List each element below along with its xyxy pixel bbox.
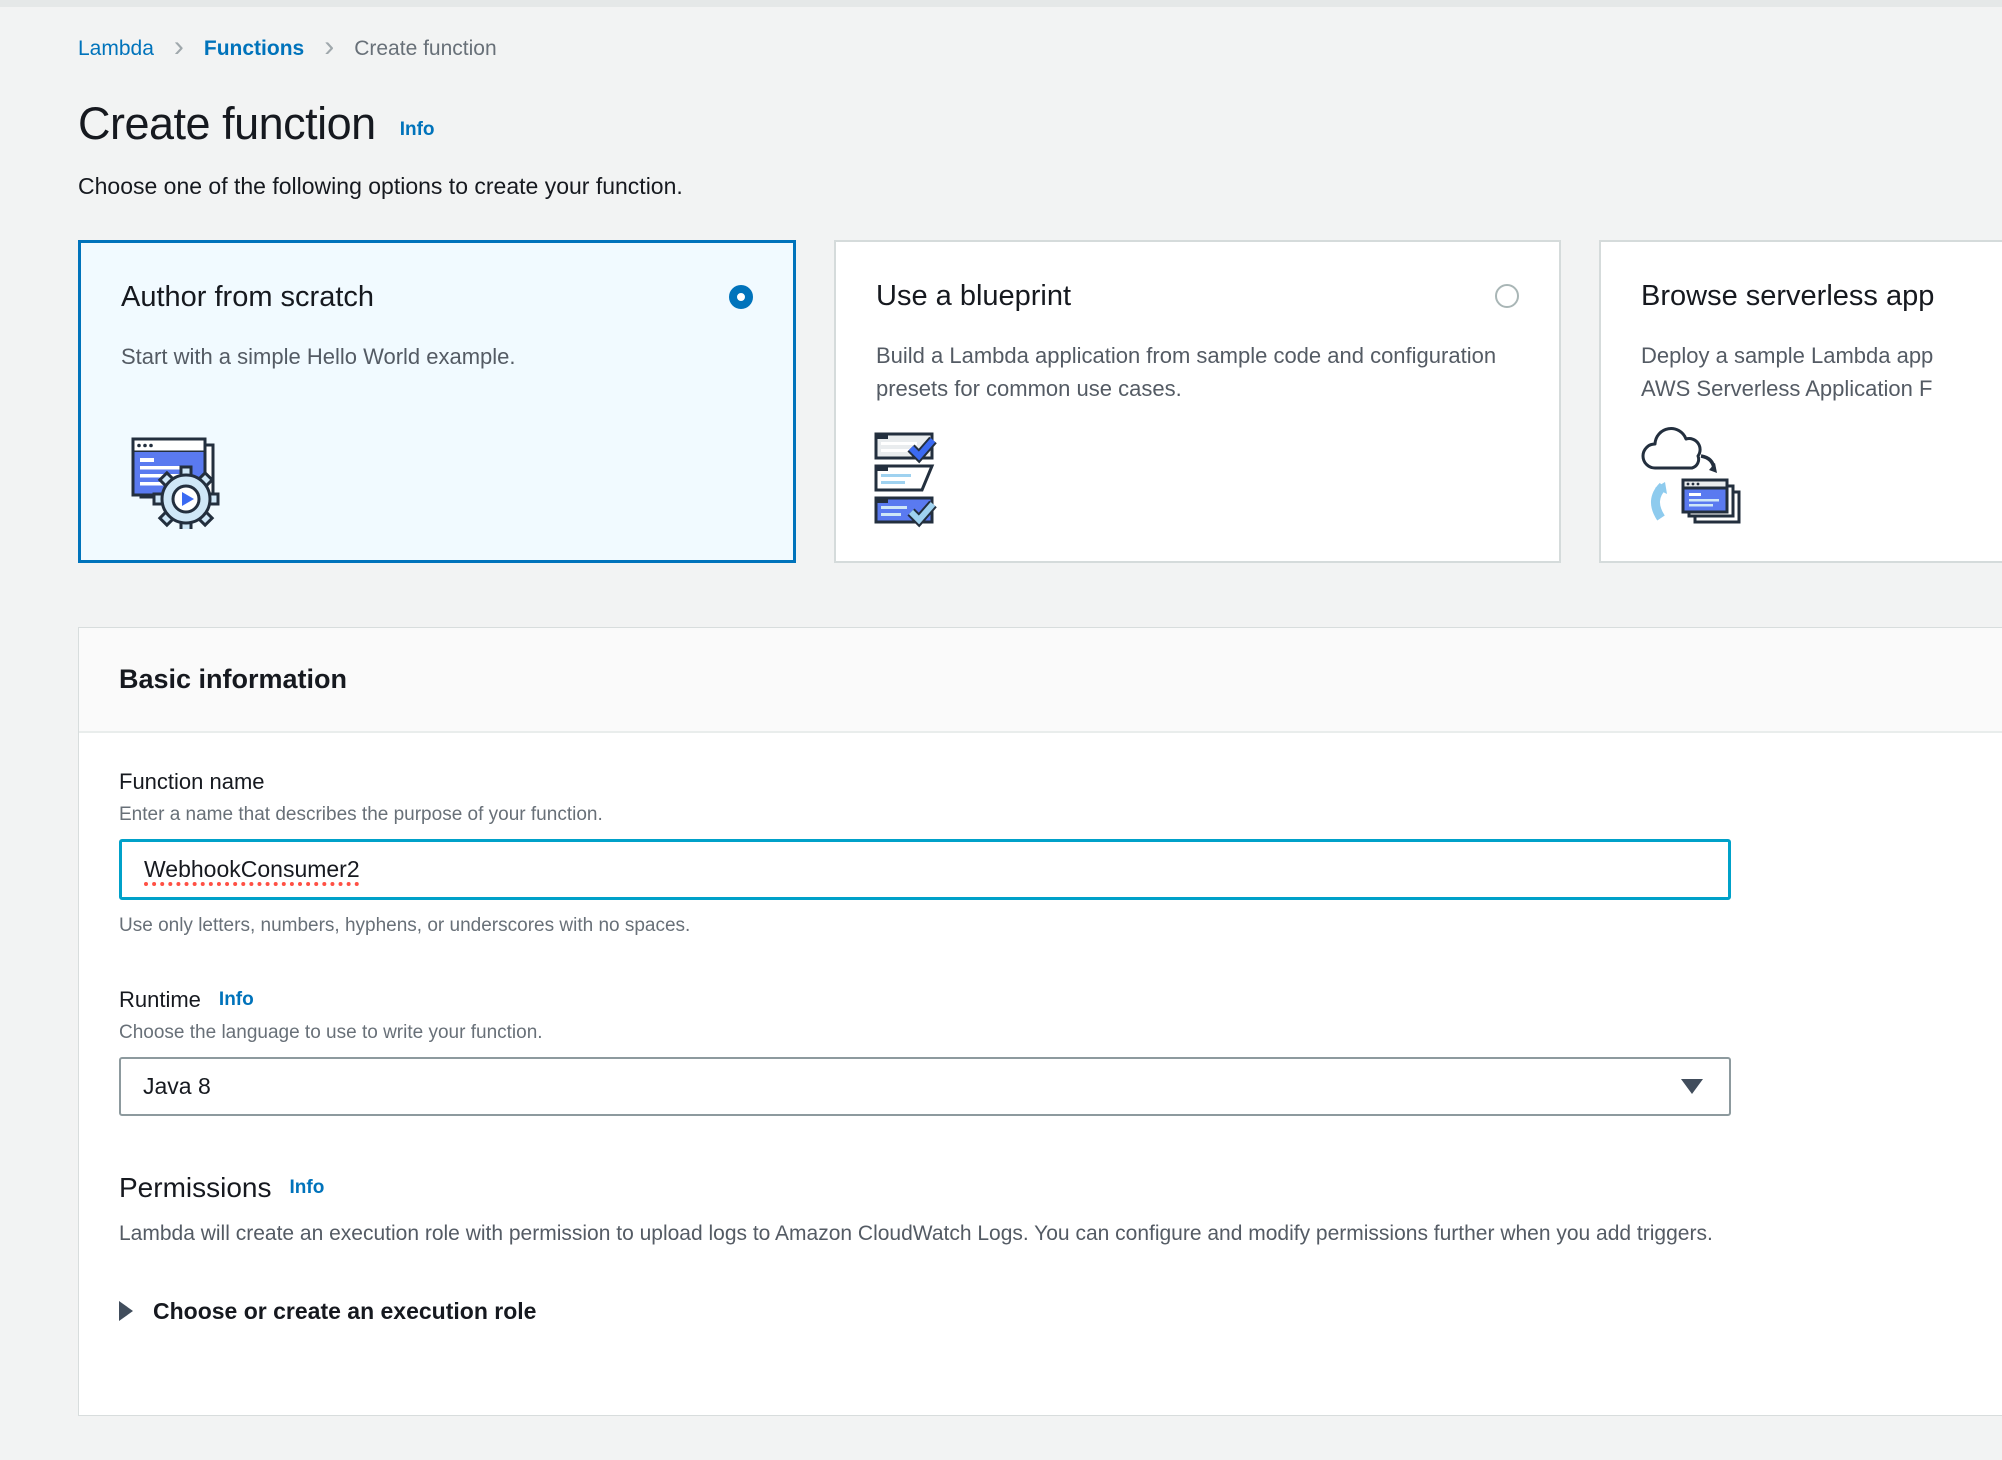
expander-triangle-icon	[119, 1301, 133, 1321]
page-title-info-link[interactable]: Info	[400, 119, 435, 149]
execution-role-expander-label: Choose or create an execution role	[153, 1298, 536, 1325]
function-name-value: WebhookConsumer2	[144, 856, 360, 883]
serverless-app-repository-icon	[1639, 426, 1743, 535]
runtime-info-link[interactable]: Info	[219, 989, 254, 1011]
page-subtitle: Choose one of the following options to c…	[78, 173, 2002, 200]
radio-selected-icon[interactable]	[729, 285, 753, 309]
function-name-help: Enter a name that describes the purpose …	[119, 804, 2002, 826]
chevron-right-icon: ›	[324, 37, 334, 57]
card-description-line1: Deploy a sample Lambda app	[1641, 339, 2002, 372]
dropdown-arrow-icon	[1681, 1079, 1703, 1094]
permissions-title: Permissions	[119, 1172, 271, 1204]
runtime-label: Runtime	[119, 987, 201, 1013]
breadcrumb: Lambda › Functions › Create function	[78, 37, 2002, 61]
card-title: Browse serverless app	[1641, 280, 1934, 313]
chevron-right-icon: ›	[174, 37, 184, 57]
card-description: Start with a simple Hello World example.	[121, 340, 753, 373]
creation-option-cards: Author from scratch Start with a simple …	[78, 240, 2002, 563]
console-top-strip	[0, 0, 2002, 7]
function-name-label: Function name	[119, 769, 2002, 795]
card-browse-serverless-app-repository[interactable]: Browse serverless app Deploy a sample La…	[1599, 240, 2002, 563]
breadcrumb-functions-link[interactable]: Functions	[204, 37, 304, 61]
function-name-field: Function name Enter a name that describe…	[119, 769, 2002, 937]
runtime-help: Choose the language to use to write your…	[119, 1022, 2002, 1044]
radio-unselected-icon[interactable]	[1495, 284, 1519, 308]
author-from-scratch-icon	[119, 433, 227, 534]
create-function-page: Lambda › Functions › Create function Cre…	[0, 37, 2002, 1416]
breadcrumb-lambda-link[interactable]: Lambda	[78, 37, 154, 61]
function-name-constraint: Use only letters, numbers, hyphens, or u…	[119, 915, 2002, 937]
permissions-description: Lambda will create an execution role wit…	[119, 1222, 2002, 1246]
runtime-selected-value: Java 8	[143, 1073, 211, 1100]
runtime-select[interactable]: Java 8	[119, 1057, 1731, 1116]
permissions-info-link[interactable]: Info	[289, 1177, 324, 1199]
basic-information-panel: Basic information Function name Enter a …	[78, 627, 2002, 1416]
panel-header: Basic information	[79, 628, 2002, 733]
page-title: Create function	[78, 99, 376, 149]
panel-title: Basic information	[119, 664, 2002, 695]
blueprint-icon	[874, 430, 954, 535]
function-name-input[interactable]: WebhookConsumer2	[119, 839, 1731, 900]
permissions-section: Permissions Info Lambda will create an e…	[119, 1172, 2002, 1325]
card-description: Build a Lambda application from sample c…	[876, 339, 1519, 405]
card-use-a-blueprint[interactable]: Use a blueprint Build a Lambda applicati…	[834, 240, 1561, 563]
card-title: Author from scratch	[121, 281, 374, 314]
card-description-line2: AWS Serverless Application F	[1641, 372, 2002, 405]
breadcrumb-current-page: Create function	[354, 37, 496, 61]
execution-role-expander[interactable]: Choose or create an execution role	[119, 1298, 2002, 1325]
runtime-field: Runtime Info Choose the language to use …	[119, 987, 2002, 1116]
card-author-from-scratch[interactable]: Author from scratch Start with a simple …	[78, 240, 796, 563]
card-title: Use a blueprint	[876, 280, 1071, 313]
